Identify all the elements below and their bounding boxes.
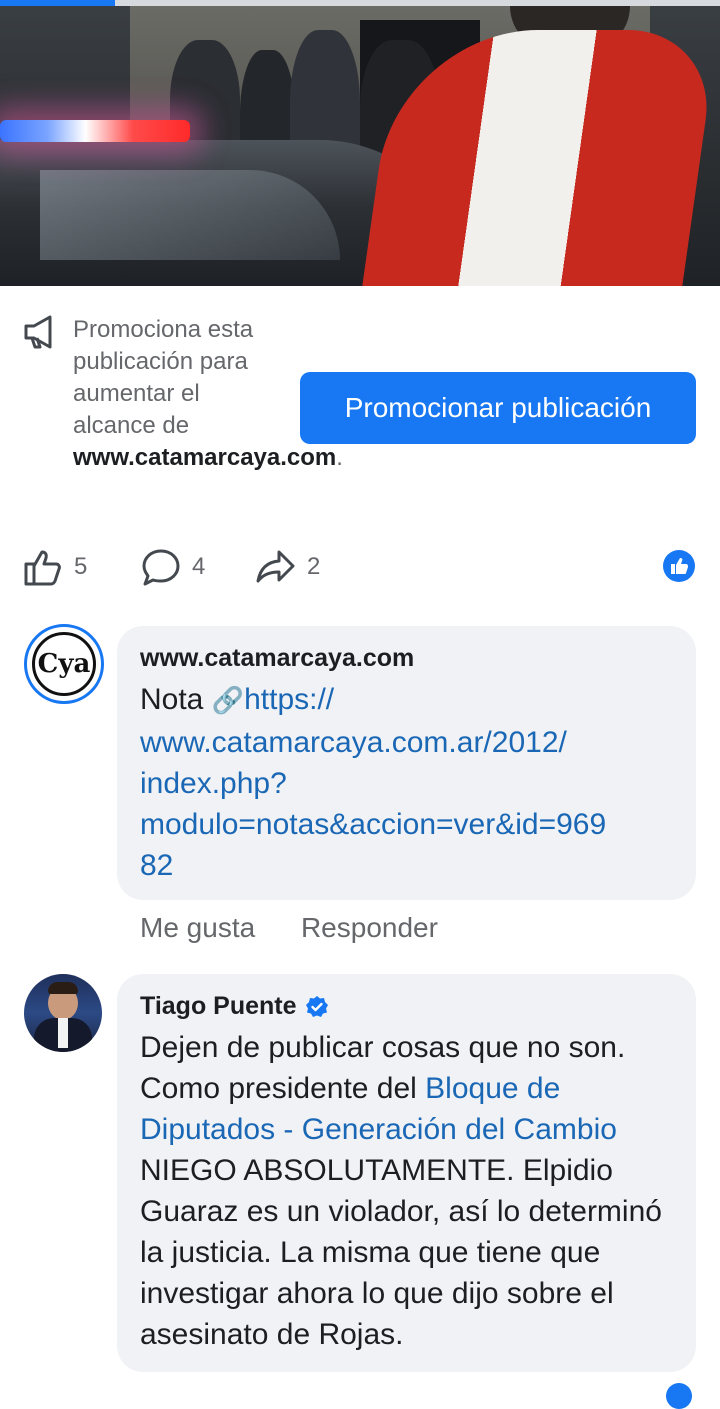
share-count: 2 (307, 553, 321, 580)
comment-bubble[interactable]: Tiago Puente Dejen de publicar cosas que… (117, 974, 696, 1372)
comment-text: Nota 🔗https:// www.catamarcaya.com.ar/20… (140, 679, 685, 886)
post-action-bar: 5 4 2 (0, 540, 720, 594)
share-action[interactable]: 2 (255, 540, 320, 594)
comment-text: Dejen de publicar cosas que no son. Como… (140, 1027, 680, 1355)
thumbs-up-icon (24, 550, 61, 586)
commenter-avatar[interactable] (24, 974, 102, 1052)
promote-text-before: Promociona esta publicación para aumenta… (73, 316, 254, 439)
post-image[interactable] (0, 0, 720, 286)
megaphone-icon (24, 315, 52, 349)
comment-action[interactable]: 4 (140, 540, 205, 594)
reaction-badge-partial[interactable] (666, 1383, 692, 1409)
promote-text: Promociona esta publicación para aumenta… (73, 314, 343, 474)
image-windshield (40, 170, 340, 260)
promote-page-name[interactable]: www.catamarcaya.com (73, 444, 336, 471)
comment-text-prefix: Nota (140, 683, 212, 716)
like-action[interactable]: 5 (22, 540, 87, 594)
avatar-hair (48, 982, 78, 994)
thumbs-up-icon (671, 558, 688, 574)
media-progress-fill (0, 0, 116, 6)
promote-post-button[interactable]: Promocionar publicación (300, 372, 696, 444)
image-police-lights (0, 120, 190, 142)
share-icon (256, 550, 295, 583)
verified-badge-icon (305, 995, 328, 1017)
comment-author[interactable]: Tiago Puente (140, 992, 297, 1021)
comment-like-button[interactable]: Me gusta (140, 912, 255, 943)
comment-reply-button[interactable]: Responder (301, 912, 438, 943)
comment-count: 4 (192, 553, 206, 580)
like-count: 5 (74, 553, 88, 580)
link-icon: 🔗 (211, 686, 245, 716)
promote-text-after: . (336, 444, 343, 471)
comment-text-part2: NIEGO ABSOLUTAMENTE. Elpidio Guaraz es u… (140, 1154, 662, 1351)
comment-author[interactable]: www.catamarcaya.com (140, 644, 414, 673)
comment-actions: Me gusta Responder (140, 912, 438, 944)
catamarcaya-logo: Cya (32, 632, 96, 696)
comment-author-row: Tiago Puente (140, 992, 329, 1021)
avatar-shirt (58, 1018, 68, 1048)
promote-section: Promociona esta publicación para aumenta… (0, 286, 720, 516)
comment-bubble[interactable]: www.catamarcaya.com Nota 🔗https:// www.c… (117, 626, 696, 900)
commenter-avatar[interactable]: Cya (24, 624, 104, 704)
like-reaction-badge[interactable] (663, 550, 695, 582)
comment-icon (142, 549, 180, 586)
